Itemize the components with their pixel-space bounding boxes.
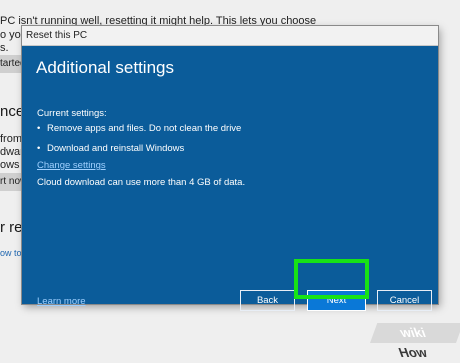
cancel-button[interactable]: Cancel xyxy=(377,290,432,311)
dialog-titlebar: Reset this PC xyxy=(22,26,438,46)
wikihow-watermark: wiki How xyxy=(370,323,460,360)
bullet-icon: • xyxy=(37,123,41,134)
back-button[interactable]: Back xyxy=(240,290,295,311)
recovery-link[interactable]: ow to xyxy=(0,248,22,258)
reset-dialog: Reset this PC Additional settings Curren… xyxy=(22,26,438,311)
reset-description-end: s. xyxy=(0,42,9,54)
setting-item: • Download and reinstall Windows xyxy=(37,143,184,154)
watermark-text: wiki How xyxy=(396,325,430,360)
setting-item-text: Remove apps and files. Do not clean the … xyxy=(47,123,242,134)
dialog-heading: Additional settings xyxy=(36,58,174,77)
current-settings-label: Current settings: xyxy=(37,108,107,119)
bullet-icon: • xyxy=(37,143,41,154)
next-button[interactable]: Next xyxy=(307,290,366,311)
setting-item: • Remove apps and files. Do not clean the… xyxy=(37,123,241,134)
advanced-description: from xyxy=(0,133,22,145)
dialog-content: Additional settings Current settings: • R… xyxy=(22,46,438,311)
setting-item-text: Download and reinstall Windows xyxy=(47,143,185,154)
learn-more-link[interactable]: Learn more xyxy=(37,296,86,307)
cloud-download-note: Cloud download can use more than 4 GB of… xyxy=(37,177,246,188)
change-settings-link[interactable]: Change settings xyxy=(37,160,106,171)
